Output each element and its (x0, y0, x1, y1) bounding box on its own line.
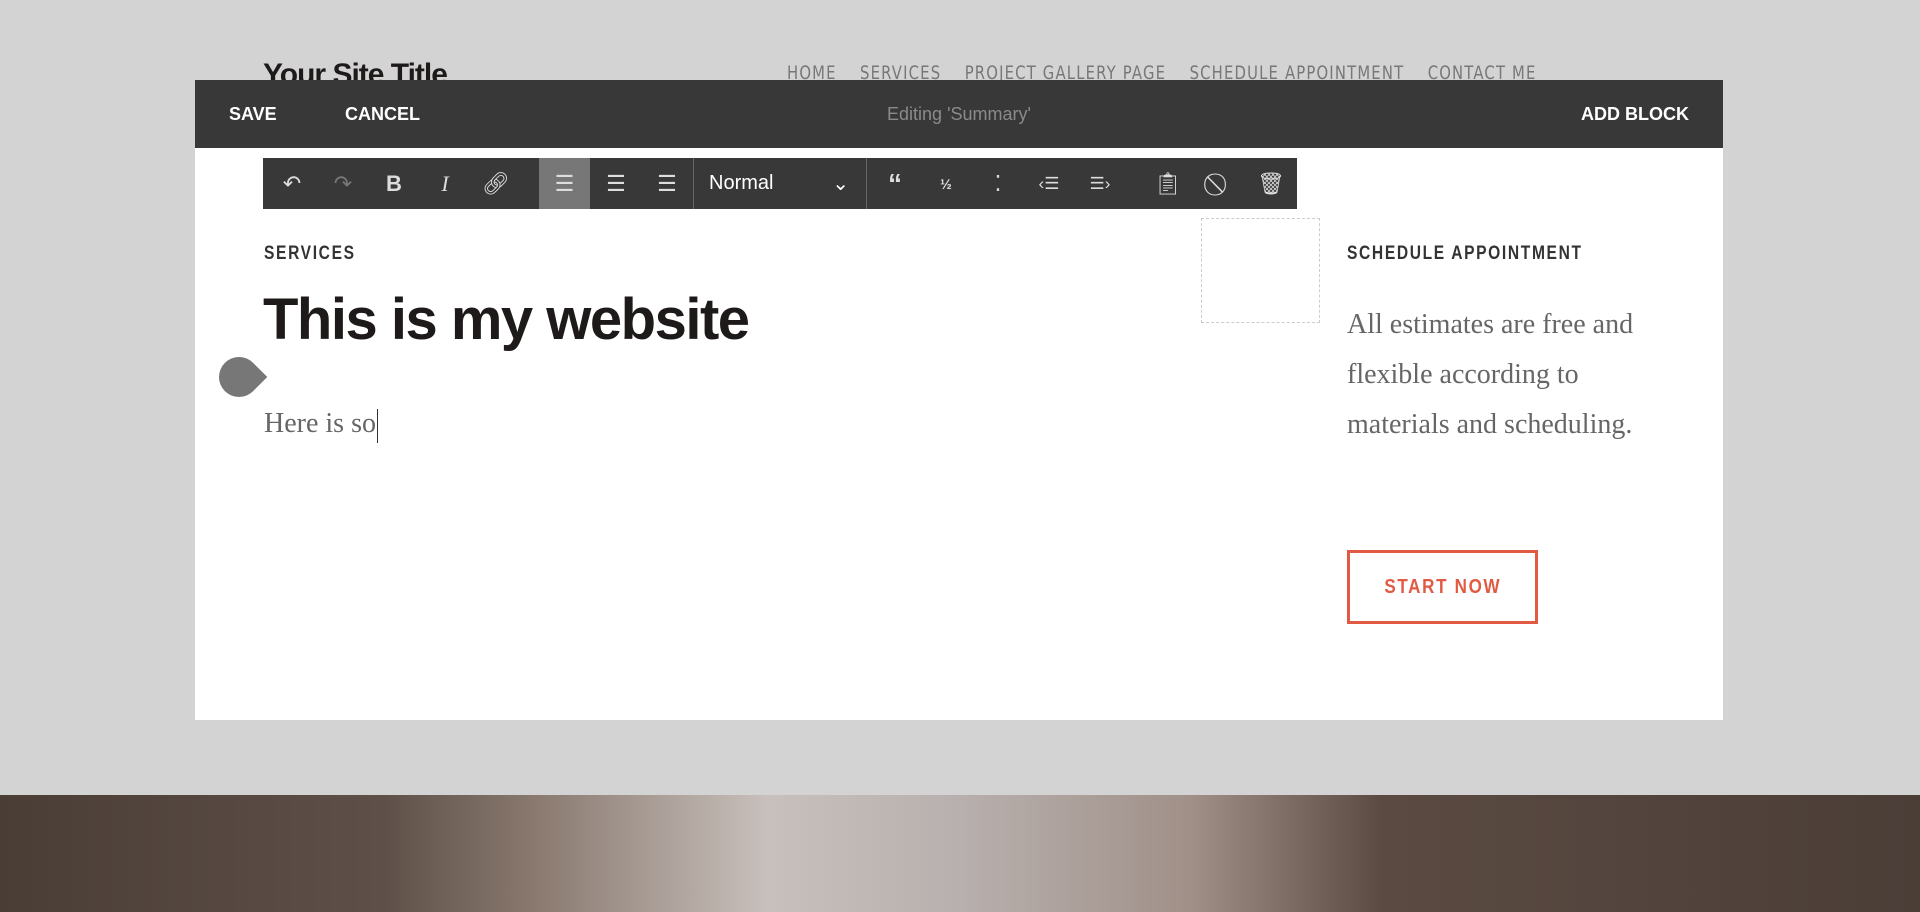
hero-image (0, 795, 1920, 912)
align-center-icon[interactable]: ☰ (591, 158, 641, 209)
undo-icon[interactable]: ↶ (267, 158, 317, 209)
start-now-label: START NOW (1384, 575, 1501, 598)
numbered-list-icon[interactable]: ½ (921, 158, 971, 209)
start-now-button[interactable]: START NOW (1347, 550, 1538, 624)
indent-icon[interactable]: ☰› (1075, 158, 1125, 209)
trash-icon[interactable]: 🗑︎ (1246, 158, 1296, 209)
body-text: Here is so (264, 408, 376, 439)
text-caret (376, 408, 378, 443)
body-text-editor[interactable]: Here is so (264, 408, 378, 443)
clear-format-icon[interactable]: ⃠ (1195, 158, 1245, 209)
align-left-icon[interactable]: ☰ (539, 158, 590, 209)
add-block-button[interactable]: ADD BLOCK (1581, 104, 1689, 125)
section-eyebrow: SERVICES (264, 243, 356, 264)
format-value: Normal (709, 172, 774, 194)
page-heading[interactable]: This is my website (263, 286, 750, 353)
italic-icon[interactable]: I (420, 158, 470, 209)
edit-bar: SAVE CANCEL Editing 'Summary' ADD BLOCK (195, 80, 1723, 148)
format-select[interactable]: Normal ⌄ (693, 158, 863, 209)
editing-title: Editing 'Summary' (887, 104, 1031, 124)
bold-icon[interactable]: B (369, 158, 419, 209)
sidebar-text: All estimates are free and flexible acco… (1347, 309, 1634, 440)
redo-icon[interactable]: ↷ (318, 158, 368, 209)
empty-block-placeholder[interactable] (1201, 218, 1320, 323)
link-icon[interactable]: 🔗︎ (471, 158, 521, 209)
quote-icon[interactable]: “ (870, 158, 920, 209)
align-right-icon[interactable]: ☰ (642, 158, 692, 209)
clipboard-icon[interactable]: 📋︎ (1143, 158, 1193, 209)
sidebar-eyebrow: SCHEDULE APPOINTMENT (1347, 243, 1583, 264)
outdent-icon[interactable]: ‹☰ (1024, 158, 1074, 209)
bullet-list-icon[interactable]: ⁚ (973, 158, 1023, 209)
chevron-down-icon: ⌄ (832, 173, 849, 195)
text-toolbar: ↶ ↷ B I 🔗︎ ☰ ☰ ☰ Normal ⌄ “ ½ ⁚ ‹☰ ☰› 📋︎ … (263, 158, 1297, 209)
